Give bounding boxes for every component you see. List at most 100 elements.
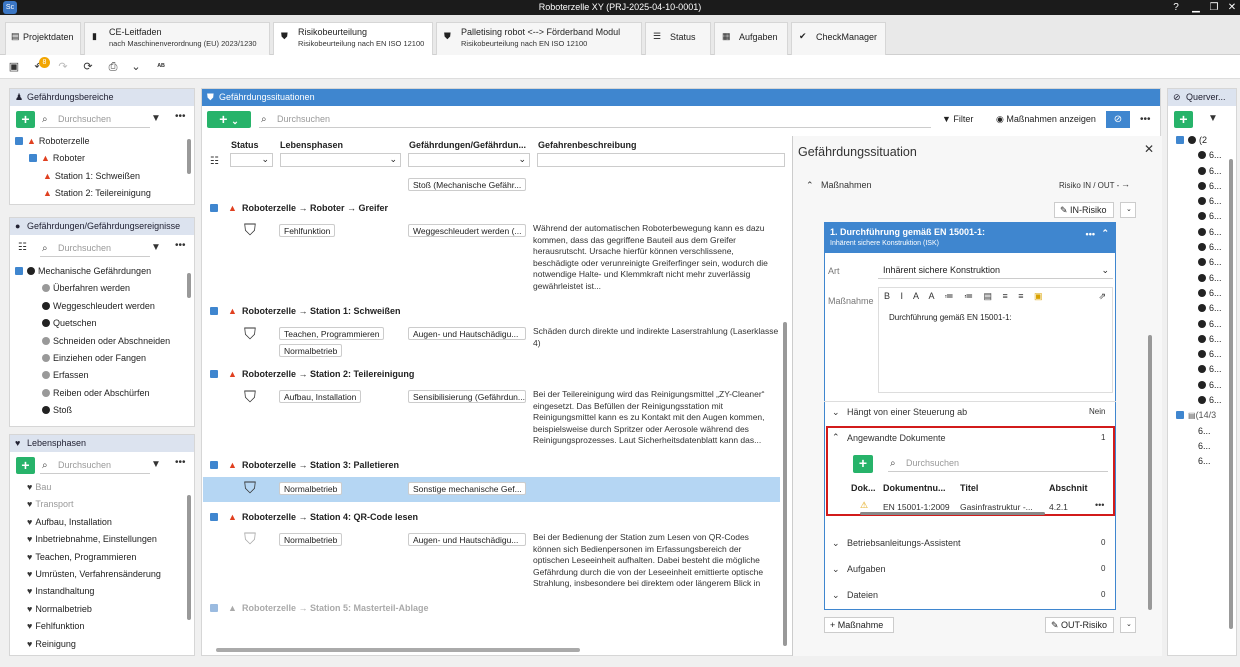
chevron-up-icon[interactable]: ⌃ bbox=[832, 432, 840, 443]
close-window-icon[interactable]: ✕ bbox=[1224, 0, 1240, 15]
chevron-up-icon[interactable]: ⌃ bbox=[806, 180, 814, 191]
tree-item[interactable]: 6... bbox=[1176, 317, 1236, 332]
tree-item[interactable]: 6... bbox=[1176, 209, 1236, 224]
col-gefahrenbeschreibung[interactable]: Gefahrenbeschreibung bbox=[538, 140, 637, 150]
restore-icon[interactable]: ❐ bbox=[1206, 0, 1222, 15]
add-button[interactable]: + bbox=[1174, 111, 1193, 128]
save-icon[interactable]: ▣ bbox=[5, 58, 23, 76]
more-icon[interactable]: ••• bbox=[1095, 500, 1104, 510]
out-risk-button[interactable]: ✎ OUT-Risiko bbox=[1045, 617, 1114, 633]
scrollbar[interactable] bbox=[187, 273, 191, 298]
group-row[interactable]: ▲ Roboterzelle → Station 2: Teilereinigun… bbox=[203, 365, 781, 383]
add-document-button[interactable]: + bbox=[853, 455, 873, 473]
add-situation-button[interactable]: + ⌄ bbox=[207, 111, 251, 128]
tree-item[interactable]: 6... bbox=[1176, 194, 1236, 209]
tree-item[interactable]: 6... bbox=[1176, 347, 1236, 362]
risk-toggle[interactable]: Risiko IN / OUT - bbox=[1059, 181, 1119, 190]
scrollbar[interactable] bbox=[783, 322, 787, 646]
tree-item[interactable]: ▤(14/3 bbox=[1176, 408, 1236, 423]
col-gefaehrdungen[interactable]: Gefährdungen/Gefährdun... bbox=[409, 140, 526, 150]
section-aufgaben[interactable]: Aufgaben bbox=[847, 564, 886, 574]
list-item[interactable]: ♥ Transport bbox=[27, 496, 187, 513]
tree-item[interactable]: Mechanische Gefährdungen bbox=[15, 263, 185, 280]
list-item[interactable]: ♥ Fehlfunktion bbox=[27, 618, 187, 635]
search-input[interactable]: ⌕ Durchsuchen bbox=[40, 111, 150, 128]
add-measure-button[interactable]: + Maßnahme bbox=[824, 617, 894, 633]
more-icon[interactable]: ••• bbox=[1140, 114, 1151, 125]
chevron-down-icon[interactable]: ⌄ bbox=[832, 538, 840, 549]
minimize-icon[interactable]: ▁ bbox=[1188, 0, 1204, 15]
hazard-filter[interactable]: ⌄ bbox=[408, 153, 530, 167]
tree-item[interactable]: 6... bbox=[1176, 148, 1236, 163]
refresh-icon[interactable]: ⟳ bbox=[79, 58, 97, 76]
tree-item[interactable]: 6... bbox=[1176, 164, 1236, 179]
tab-aufgaben[interactable]: ▦ Aufgaben bbox=[714, 22, 788, 55]
chevron-down-icon[interactable]: ⌄ bbox=[832, 407, 840, 418]
tree-item[interactable]: Stoß bbox=[15, 402, 185, 419]
in-risk-button[interactable]: ✎ IN-Risiko bbox=[1054, 202, 1114, 218]
scrollbar[interactable] bbox=[1229, 159, 1233, 629]
tree-item[interactable]: 6... bbox=[1176, 271, 1236, 286]
list-item[interactable]: ♥ Umrüsten, Verfahrensänderung bbox=[27, 566, 187, 583]
tree-item[interactable]: 6... bbox=[1176, 179, 1236, 194]
list-item[interactable]: ♥ Aufbau, Installation bbox=[27, 514, 187, 531]
art-select[interactable]: Inhärent sichere Konstruktion ⌄ bbox=[878, 261, 1113, 279]
group-row[interactable]: ▲ Roboterzelle → Roboter → Greifer bbox=[203, 199, 781, 217]
tree-item[interactable]: 6... bbox=[1176, 255, 1236, 270]
show-measures-button[interactable]: ◉ Maßnahmen anzeigen bbox=[991, 112, 1105, 128]
more-icon[interactable]: ••• bbox=[175, 111, 186, 122]
group-row[interactable]: ▲ Roboterzelle → Station 4: QR-Code lesen bbox=[203, 508, 781, 526]
h-scrollbar[interactable] bbox=[216, 648, 580, 652]
more-icon[interactable]: ••• bbox=[175, 457, 186, 468]
tab-ce-leitfaden[interactable]: ▮ CE-Leitfaden nach Maschinenverordnung (E… bbox=[84, 22, 270, 55]
list-item[interactable]: ♥ Normalbetrieb bbox=[27, 601, 187, 618]
print-icon[interactable]: ⎙ bbox=[104, 58, 122, 76]
section-dateien[interactable]: Dateien bbox=[847, 590, 878, 600]
tree-item[interactable]: Einziehen oder Fangen bbox=[15, 350, 185, 367]
filter-icon[interactable]: ▼ bbox=[151, 242, 161, 253]
search-input[interactable]: ⌕ Durchsuchen bbox=[40, 240, 150, 257]
tree-item[interactable]: 6... bbox=[1176, 301, 1236, 316]
close-icon[interactable]: ✕ bbox=[1144, 142, 1154, 156]
tree-item[interactable]: ▲ Station 1: Schweißen bbox=[15, 168, 185, 185]
tree-item[interactable]: 6... bbox=[1176, 424, 1236, 439]
tree-item[interactable]: ▲ Roboterzelle bbox=[15, 133, 185, 150]
column-chooser-icon[interactable]: ☷ bbox=[210, 156, 219, 167]
tree-item[interactable]: 6... bbox=[1176, 286, 1236, 301]
tab-status[interactable]: ☰ Status bbox=[645, 22, 711, 55]
filter-icon[interactable]: ▼ bbox=[1208, 113, 1218, 124]
tree-item[interactable]: 6... bbox=[1176, 362, 1236, 377]
tree-item[interactable]: (2 bbox=[1176, 133, 1236, 148]
search-input[interactable]: ⌕ Durchsuchen bbox=[259, 111, 931, 128]
tree-item[interactable]: Erfassen bbox=[15, 367, 185, 384]
scrollbar[interactable] bbox=[1148, 335, 1152, 610]
measure-card-header[interactable]: 1. Durchführung gemäß EN 15001-1: Inhäre… bbox=[825, 223, 1115, 253]
list-item[interactable]: ♥ Bau bbox=[27, 479, 187, 496]
hide-eye-icon[interactable]: ⊘ bbox=[1106, 111, 1130, 128]
tree-item[interactable]: 6... bbox=[1176, 225, 1236, 240]
col-dok[interactable]: Dok... bbox=[851, 483, 876, 493]
tree-item[interactable]: 6... bbox=[1176, 332, 1236, 347]
filter-icon[interactable]: ▼ bbox=[151, 459, 161, 470]
filter-icon[interactable]: ▼ bbox=[151, 113, 161, 124]
tree-item[interactable]: 6... bbox=[1176, 439, 1236, 454]
tab-risikobeurteilung[interactable]: ⛊ Risikobeurteilung Risikobeurteilung nach… bbox=[273, 22, 433, 55]
spellcheck-icon[interactable]: ᴬᴮ bbox=[152, 58, 170, 76]
group-row[interactable]: ▲ Roboterzelle → Station 1: Schweißen bbox=[203, 302, 781, 320]
tree-item[interactable]: Überfahren werden bbox=[15, 280, 185, 297]
list-item[interactable]: ♥ Reinigung bbox=[27, 636, 187, 653]
add-button[interactable]: + bbox=[16, 457, 35, 474]
col-abschnitt[interactable]: Abschnit bbox=[1049, 483, 1088, 493]
col-lebensphasen[interactable]: Lebensphasen bbox=[280, 140, 343, 150]
scrollbar[interactable] bbox=[187, 139, 191, 174]
tree-item[interactable]: 6... bbox=[1176, 393, 1236, 408]
chevron-up-icon[interactable]: ⌃ bbox=[1101, 228, 1109, 239]
tab-palletising[interactable]: ⛊ Palletising robot <--> Förderband Modul… bbox=[436, 22, 642, 55]
sort-icon[interactable]: ☷ bbox=[18, 242, 27, 253]
list-item[interactable]: ♥ Inbetriebnahme, Einstellungen bbox=[27, 531, 187, 548]
more-icon[interactable]: ••• bbox=[1086, 229, 1095, 240]
list-item[interactable]: ♥ Teachen, Programmieren bbox=[27, 549, 187, 566]
group-row[interactable]: ▲ Roboterzelle → Station 3: Palletieren bbox=[203, 456, 781, 474]
h-scrollbar[interactable] bbox=[860, 512, 1045, 515]
tree-item[interactable]: 6... bbox=[1176, 240, 1236, 255]
